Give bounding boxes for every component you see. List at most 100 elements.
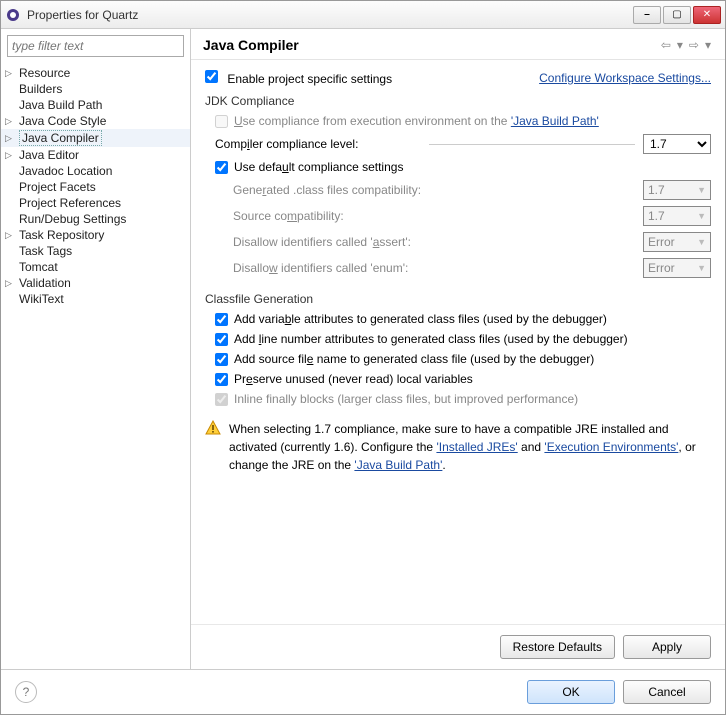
tree-item-wikitext[interactable]: WikiText bbox=[1, 291, 190, 307]
nav-arrows: ⇦▾ ⇨▾ bbox=[659, 38, 713, 52]
classfile-group: Classfile Generation Add variable attrib… bbox=[205, 292, 711, 406]
sidebar: ▷ Resource Builders Java Build Path ▷ Java Co… bbox=[1, 29, 191, 669]
compliance-level-label: Compiler compliance level: bbox=[215, 137, 421, 151]
preserve-label: Preserve unused (never read) local varia… bbox=[234, 372, 473, 386]
tree-item-java-compiler[interactable]: ▷ Java Compiler bbox=[1, 129, 190, 147]
main-header: Java Compiler ⇦▾ ⇨▾ bbox=[191, 29, 725, 60]
page-button-row: Restore Defaults Apply bbox=[191, 624, 725, 669]
help-button[interactable]: ? bbox=[15, 681, 37, 703]
assert-select: Error▼ bbox=[643, 232, 711, 252]
tree-item-project-references[interactable]: Project References bbox=[1, 195, 190, 211]
page-title: Java Compiler bbox=[203, 37, 659, 53]
tree-item-project-facets[interactable]: Project Facets bbox=[1, 179, 190, 195]
enable-project-specific[interactable]: Enable project specific settings bbox=[205, 70, 392, 86]
warning-icon bbox=[205, 420, 221, 436]
assert-label: Disallow identifiers called 'assert': bbox=[233, 235, 643, 249]
enable-project-checkbox[interactable] bbox=[205, 70, 218, 83]
enum-label: Disallow identifiers called 'enum': bbox=[233, 261, 643, 275]
tree-item-label: Validation bbox=[19, 276, 71, 290]
expand-icon: ▷ bbox=[5, 150, 15, 161]
tree-item-label: Java Code Style bbox=[19, 114, 106, 128]
compliance-level-select[interactable]: 1.7 bbox=[643, 134, 711, 154]
dialog-footer: ? OK Cancel bbox=[1, 670, 725, 714]
tree-item-java-code-style[interactable]: ▷ Java Code Style bbox=[1, 113, 190, 129]
inline-checkbox bbox=[215, 393, 228, 406]
filter-input[interactable] bbox=[7, 35, 184, 57]
tree-item-label: Java Compiler bbox=[19, 130, 102, 146]
tree-item-label: Project Facets bbox=[19, 180, 96, 194]
forward-arrow-icon[interactable]: ⇨ bbox=[687, 38, 701, 52]
use-default-label: Use default compliance settings bbox=[234, 160, 403, 174]
titlebar: Properties for Quartz ⎯ ▢ ✕ bbox=[1, 1, 725, 29]
tree-item-label: Java Editor bbox=[19, 148, 79, 162]
inline-label: Inline finally blocks (larger class file… bbox=[234, 392, 578, 406]
line-attr-label: Add line number attributes to generated … bbox=[234, 332, 628, 346]
restore-defaults-button[interactable]: Restore Defaults bbox=[500, 635, 615, 659]
expand-icon: ▷ bbox=[5, 68, 15, 79]
use-default-checkbox[interactable] bbox=[215, 161, 228, 174]
minimize-button[interactable]: ⎯ bbox=[633, 6, 661, 24]
use-env-checkbox[interactable] bbox=[215, 115, 228, 128]
ok-button[interactable]: OK bbox=[527, 680, 615, 704]
tree-item-label: Resource bbox=[19, 66, 70, 80]
installed-jres-link[interactable]: 'Installed JREs' bbox=[436, 440, 517, 454]
source-compat-select: 1.7▼ bbox=[643, 206, 711, 226]
warning-text: When selecting 1.7 compliance, make sure… bbox=[229, 420, 711, 474]
tree-item-javadoc-location[interactable]: Javadoc Location bbox=[1, 163, 190, 179]
var-attr-checkbox[interactable] bbox=[215, 313, 228, 326]
window-title: Properties for Quartz bbox=[27, 8, 633, 22]
tree-item-label: Java Build Path bbox=[19, 98, 102, 112]
expand-icon: ▷ bbox=[5, 278, 15, 289]
maximize-button[interactable]: ▢ bbox=[663, 6, 691, 24]
jdk-compliance-group: JDK Compliance UUse compliance from exec… bbox=[205, 94, 711, 278]
back-menu-icon[interactable]: ▾ bbox=[675, 38, 685, 52]
tree-item-java-build-path[interactable]: Java Build Path bbox=[1, 97, 190, 113]
var-attr-label: Add variable attributes to generated cla… bbox=[234, 312, 607, 326]
java-build-path-link[interactable]: 'Java Build Path' bbox=[511, 114, 599, 128]
tree-item-java-editor[interactable]: ▷ Java Editor bbox=[1, 147, 190, 163]
cancel-button[interactable]: Cancel bbox=[623, 680, 711, 704]
tree-item-tomcat[interactable]: Tomcat bbox=[1, 259, 190, 275]
configure-workspace-link[interactable]: Configure Workspace Settings... bbox=[539, 71, 711, 85]
window-buttons: ⎯ ▢ ✕ bbox=[633, 6, 721, 24]
use-env-label: UUse compliance from execution environme… bbox=[234, 114, 599, 128]
preserve-checkbox[interactable] bbox=[215, 373, 228, 386]
app-icon bbox=[5, 7, 21, 23]
tree-item-label: Run/Debug Settings bbox=[19, 212, 126, 226]
tree-item-label: Builders bbox=[19, 82, 62, 96]
warning-row: When selecting 1.7 compliance, make sure… bbox=[205, 420, 711, 474]
tree-item-label: Project References bbox=[19, 196, 121, 210]
main-panel: Java Compiler ⇦▾ ⇨▾ Enable project speci… bbox=[191, 29, 725, 669]
tree-item-resource[interactable]: ▷ Resource bbox=[1, 65, 190, 81]
category-tree: ▷ Resource Builders Java Build Path ▷ Java Co… bbox=[1, 63, 190, 669]
tree-item-task-repository[interactable]: ▷ Task Repository bbox=[1, 227, 190, 243]
expand-icon: ▷ bbox=[5, 230, 15, 241]
content-area: Enable project specific settings Configu… bbox=[191, 60, 725, 624]
java-build-path-link-2[interactable]: 'Java Build Path' bbox=[354, 458, 442, 472]
apply-button[interactable]: Apply bbox=[623, 635, 711, 659]
tree-item-builders[interactable]: Builders bbox=[1, 81, 190, 97]
source-compat-label: Source compatibility: bbox=[233, 209, 643, 223]
classfile-legend: Classfile Generation bbox=[205, 292, 711, 306]
tree-item-label: WikiText bbox=[19, 292, 64, 306]
enum-select: Error▼ bbox=[643, 258, 711, 278]
tree-item-validation[interactable]: ▷ Validation bbox=[1, 275, 190, 291]
close-button[interactable]: ✕ bbox=[693, 6, 721, 24]
tree-item-run-debug-settings[interactable]: Run/Debug Settings bbox=[1, 211, 190, 227]
execution-environments-link[interactable]: 'Execution Environments' bbox=[544, 440, 678, 454]
enable-project-label: Enable project specific settings bbox=[227, 72, 392, 86]
line-attr-checkbox[interactable] bbox=[215, 333, 228, 346]
src-file-label: Add source file name to generated class … bbox=[234, 352, 594, 366]
generated-compat-label: Generated .class files compatibility: bbox=[233, 183, 643, 197]
tree-item-label: Task Repository bbox=[19, 228, 104, 242]
tree-item-label: Javadoc Location bbox=[19, 164, 112, 178]
tree-item-label: Task Tags bbox=[19, 244, 72, 258]
filter-container bbox=[7, 35, 184, 57]
expand-icon: ▷ bbox=[5, 116, 15, 127]
back-arrow-icon[interactable]: ⇦ bbox=[659, 38, 673, 52]
expand-icon: ▷ bbox=[5, 133, 15, 144]
forward-menu-icon[interactable]: ▾ bbox=[703, 38, 713, 52]
src-file-checkbox[interactable] bbox=[215, 353, 228, 366]
generated-compat-select: 1.7▼ bbox=[643, 180, 711, 200]
tree-item-task-tags[interactable]: Task Tags bbox=[1, 243, 190, 259]
